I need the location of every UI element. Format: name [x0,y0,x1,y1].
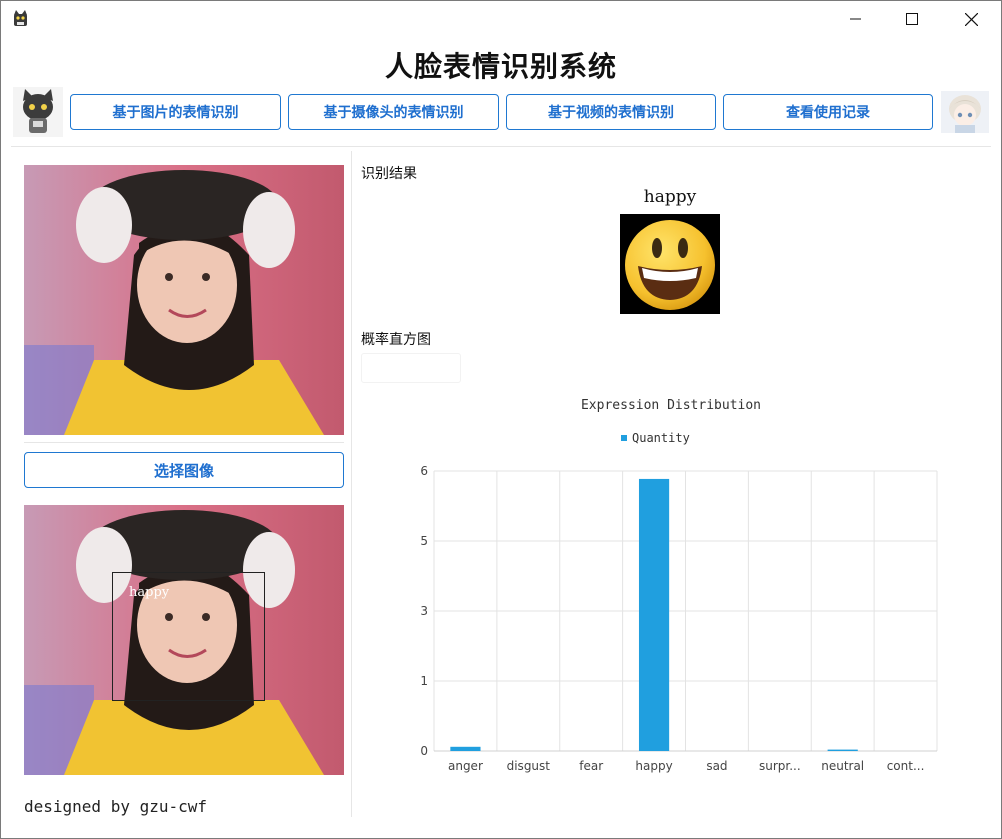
x-tick-label: happy [635,759,672,773]
y-tick-label: 6 [420,464,428,478]
plot-area: 0 1 3 5 6 anger disgust fear happy sad surpr... neu… [420,464,938,773]
nav-camera-recognition-button[interactable]: 基于摄像头的表情识别 [288,94,499,130]
close-button[interactable] [942,1,1000,37]
bar-neutral [827,749,858,751]
x-tick-label: cont... [887,759,925,773]
minimize-icon [850,18,861,20]
x-tick-label: anger [448,759,483,773]
y-tick-label: 1 [420,674,428,688]
title-bar [1,1,1001,39]
page-title: 人脸表情识别系统 [384,50,617,83]
maximize-button[interactable] [883,1,941,37]
minimize-button[interactable] [827,1,885,37]
nav-history-button[interactable]: 查看使用记录 [723,94,933,130]
y-tick-label: 3 [420,604,428,618]
bar-anger [450,746,481,751]
chart-title: Expression Distribution [581,398,761,413]
x-tick-label: sad [706,759,727,773]
x-tick-label: surpr... [759,759,801,773]
cat-app-icon [14,10,27,26]
header-divider [11,146,991,147]
face-emotion-label: happy [129,585,170,600]
legend-swatch [621,435,627,441]
x-tick-label: neutral [821,759,864,773]
photo-divider [24,442,344,443]
input-photo [24,165,344,435]
smiling-emoji-icon [620,214,720,314]
maximize-icon [906,13,918,25]
close-icon [964,12,978,26]
x-tick-label: disgust [507,759,551,773]
bar-happy [638,478,670,751]
credit-text: designed by gzu-cwf [24,797,208,816]
legend-label: Quantity [632,431,690,445]
select-image-button[interactable]: 选择图像 [24,452,344,488]
anime-avatar [941,91,989,133]
result-emotion-text: happy [643,187,697,207]
y-tick-label: 0 [420,744,428,758]
nav-video-recognition-button[interactable]: 基于视频的表情识别 [506,94,716,130]
app-window: 人脸表情识别系统 基于图片的表情识别 基于摄像头的表情识别 基于视频的表情识别 … [0,0,1002,839]
y-tick-label: 5 [420,534,428,548]
panel-divider [351,151,352,817]
expression-bar-chart: Expression Distribution Quantity 0 1 3 5 6 an… [420,398,938,773]
annotated-photo: happy [24,505,344,775]
cat-mascot-avatar [13,87,63,137]
x-tick-label: fear [579,759,603,773]
nav-image-recognition-button[interactable]: 基于图片的表情识别 [70,94,281,130]
result-heading: 识别结果 [361,166,417,182]
histogram-heading: 概率直方图 [361,332,431,348]
histogram-placeholder [361,353,461,383]
